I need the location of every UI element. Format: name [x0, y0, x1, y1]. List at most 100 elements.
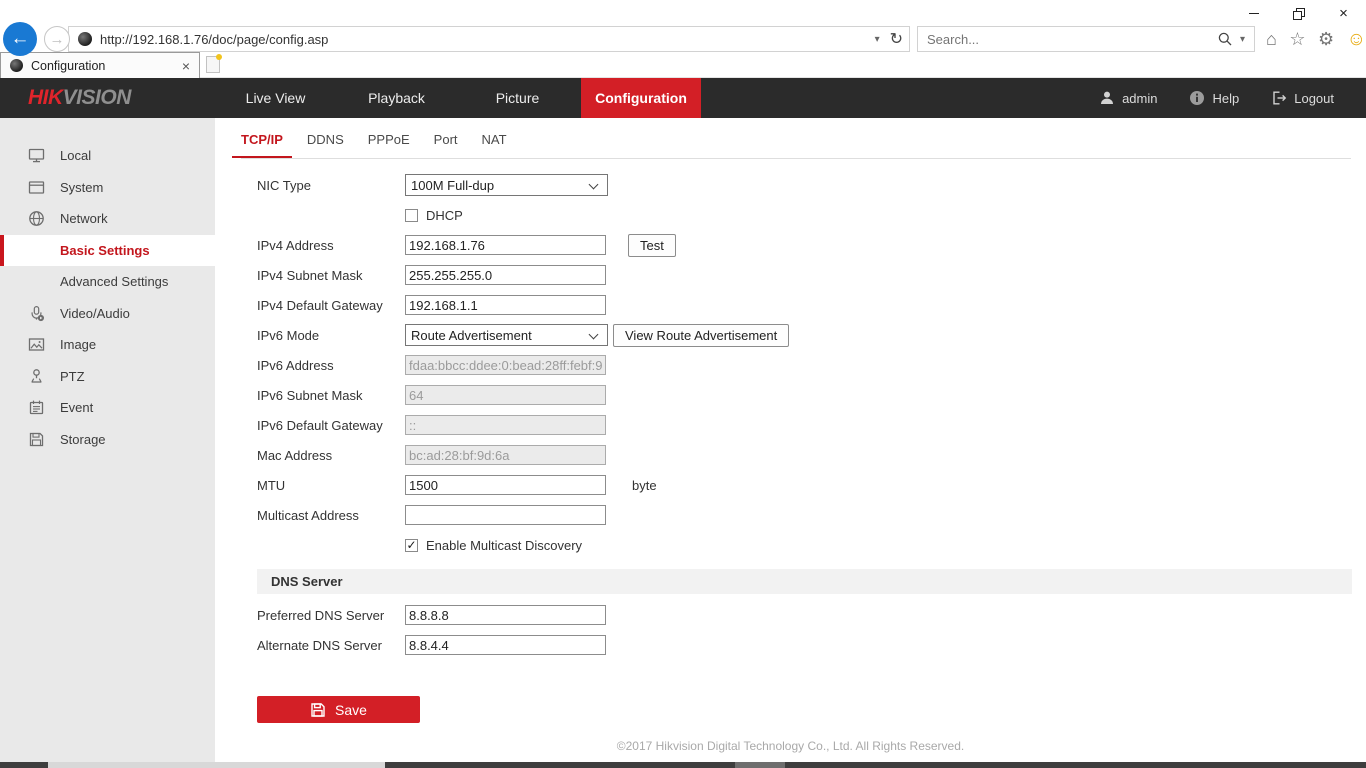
- sidebar-item-advanced-settings[interactable]: Advanced Settings: [0, 266, 215, 298]
- dhcp-label: DHCP: [426, 208, 463, 223]
- search-dropdown-icon[interactable]: ▾: [1240, 34, 1245, 45]
- subtab-pppoe[interactable]: PPPoE: [368, 132, 410, 158]
- select-value: 100M Full-dup: [411, 178, 494, 193]
- home-icon[interactable]: ⌂: [1266, 30, 1277, 48]
- field-label: Multicast Address: [257, 508, 405, 523]
- tab-playback[interactable]: Playback: [336, 78, 457, 118]
- content-area: TCP/IP DDNS PPPoE Port NAT NIC Type 100M…: [215, 118, 1366, 762]
- form-row-ipv6-gateway: IPv6 Default Gateway: [257, 410, 1366, 440]
- sidebar-item-video-audio[interactable]: Video/Audio: [0, 298, 215, 330]
- dhcp-checkbox[interactable]: [405, 209, 418, 222]
- sidebar-item-ptz[interactable]: PTZ: [0, 361, 215, 393]
- view-route-advertisement-button[interactable]: View Route Advertisement: [613, 324, 789, 347]
- mac-address-input: [405, 445, 606, 465]
- subtab-divider: [241, 158, 1351, 159]
- sidebar-item-local[interactable]: Local: [0, 140, 215, 172]
- multicast-discovery-checkbox[interactable]: ✓: [405, 539, 418, 552]
- dns-server-section-header: DNS Server: [257, 569, 1352, 594]
- mtu-unit-label: byte: [632, 478, 657, 493]
- ipv6-mode-select[interactable]: Route Advertisement: [405, 324, 608, 346]
- minimize-button[interactable]: [1231, 0, 1276, 27]
- chevron-down-icon: [589, 330, 599, 340]
- ptz-joystick-icon: [28, 368, 45, 385]
- favorites-star-icon[interactable]: ☆: [1289, 30, 1305, 48]
- ipv6-address-input: [405, 355, 606, 375]
- sidebar-item-network[interactable]: Network: [0, 203, 215, 235]
- mtu-input[interactable]: [405, 475, 606, 495]
- feedback-smiley-icon[interactable]: ☺: [1347, 30, 1366, 49]
- nic-type-select[interactable]: 100M Full-dup: [405, 174, 608, 196]
- browser-action-icons: ⌂ ☆ ⚙ ☺: [1266, 26, 1366, 52]
- sidebar-item-system[interactable]: System: [0, 172, 215, 204]
- test-button[interactable]: Test: [628, 234, 676, 257]
- dns-rows: Preferred DNS Server Alternate DNS Serve…: [257, 600, 1366, 660]
- search-input[interactable]: [927, 32, 1218, 47]
- field-label: IPv6 Default Gateway: [257, 418, 405, 433]
- multicast-address-input[interactable]: [405, 505, 606, 525]
- restore-icon: [1293, 8, 1304, 19]
- horizontal-scrollbar[interactable]: [0, 762, 1366, 768]
- sidebar-label: Storage: [60, 432, 106, 447]
- address-bar[interactable]: http://192.168.1.76/doc/page/config.asp …: [68, 26, 910, 52]
- logo-vision: VISION: [63, 86, 131, 110]
- username: admin: [1122, 91, 1157, 106]
- screen: × ← → http://192.168.1.76/doc/page/confi…: [0, 0, 1366, 768]
- help-button[interactable]: Help: [1189, 90, 1239, 106]
- field-label: NIC Type: [257, 178, 405, 193]
- scrollbar-thumb[interactable]: [48, 762, 385, 768]
- sidebar-item-storage[interactable]: Storage: [0, 424, 215, 456]
- field-label: Preferred DNS Server: [257, 608, 405, 623]
- user-menu[interactable]: admin: [1099, 90, 1157, 106]
- field-label: IPv6 Address: [257, 358, 405, 373]
- check-icon: ✓: [406, 540, 416, 551]
- ipv6-gateway-input: [405, 415, 606, 435]
- form-row-nic-type: NIC Type 100M Full-dup: [257, 170, 1366, 200]
- sidebar: Local System Network Basic Settings Adva…: [0, 118, 215, 762]
- form-row-mtu: MTU byte: [257, 470, 1366, 500]
- browser-tab[interactable]: Configuration ×: [0, 52, 200, 78]
- save-button[interactable]: Save: [257, 696, 420, 723]
- alternate-dns-input[interactable]: [405, 635, 606, 655]
- search-box[interactable]: ▾: [917, 26, 1255, 52]
- subtab-port[interactable]: Port: [434, 132, 458, 158]
- back-button[interactable]: ←: [3, 22, 37, 56]
- refresh-icon[interactable]: ↻: [890, 29, 903, 49]
- url-text[interactable]: http://192.168.1.76/doc/page/config.asp: [100, 32, 875, 47]
- monitor-icon: [28, 147, 45, 164]
- save-disk-icon: [310, 702, 326, 718]
- forward-button[interactable]: →: [44, 26, 70, 52]
- ipv4-gateway-input[interactable]: [405, 295, 606, 315]
- ipv4-address-input[interactable]: [405, 235, 606, 255]
- hikvision-logo: HIKVISION: [0, 78, 215, 118]
- restore-button[interactable]: [1276, 0, 1321, 27]
- url-dropdown-icon[interactable]: ▾: [875, 34, 880, 45]
- window-titlebar: ×: [0, 0, 1366, 27]
- section-title: DNS Server: [271, 574, 343, 589]
- tab-configuration[interactable]: Configuration: [581, 78, 701, 118]
- tab-live-view[interactable]: Live View: [215, 78, 336, 118]
- logout-button[interactable]: Logout: [1271, 90, 1334, 106]
- subtab-nat[interactable]: NAT: [482, 132, 507, 158]
- sidebar-item-image[interactable]: Image: [0, 329, 215, 361]
- new-tab-button[interactable]: [206, 56, 220, 73]
- ipv4-subnet-input[interactable]: [405, 265, 606, 285]
- preferred-dns-input[interactable]: [405, 605, 606, 625]
- tab-picture[interactable]: Picture: [457, 78, 578, 118]
- subtab-tcpip[interactable]: TCP/IP: [232, 132, 292, 158]
- subtab-ddns[interactable]: DDNS: [307, 132, 344, 158]
- sidebar-label: System: [60, 180, 103, 195]
- settings-gear-icon[interactable]: ⚙: [1318, 30, 1334, 48]
- close-button[interactable]: ×: [1321, 0, 1366, 27]
- form-row-ipv4-subnet: IPv4 Subnet Mask: [257, 260, 1366, 290]
- forward-arrow-icon: →: [50, 31, 65, 48]
- microphone-icon: [28, 305, 45, 322]
- sidebar-item-event[interactable]: Event: [0, 392, 215, 424]
- search-icon[interactable]: [1218, 32, 1232, 46]
- sidebar-label: Video/Audio: [60, 306, 130, 321]
- ipv6-subnet-input: [405, 385, 606, 405]
- help-label: Help: [1212, 91, 1239, 106]
- tab-close-icon[interactable]: ×: [182, 58, 190, 74]
- sidebar-item-basic-settings[interactable]: Basic Settings: [0, 235, 215, 267]
- copyright-footer: ©2017 Hikvision Digital Technology Co., …: [215, 739, 1366, 753]
- sidebar-label: Network: [60, 211, 108, 226]
